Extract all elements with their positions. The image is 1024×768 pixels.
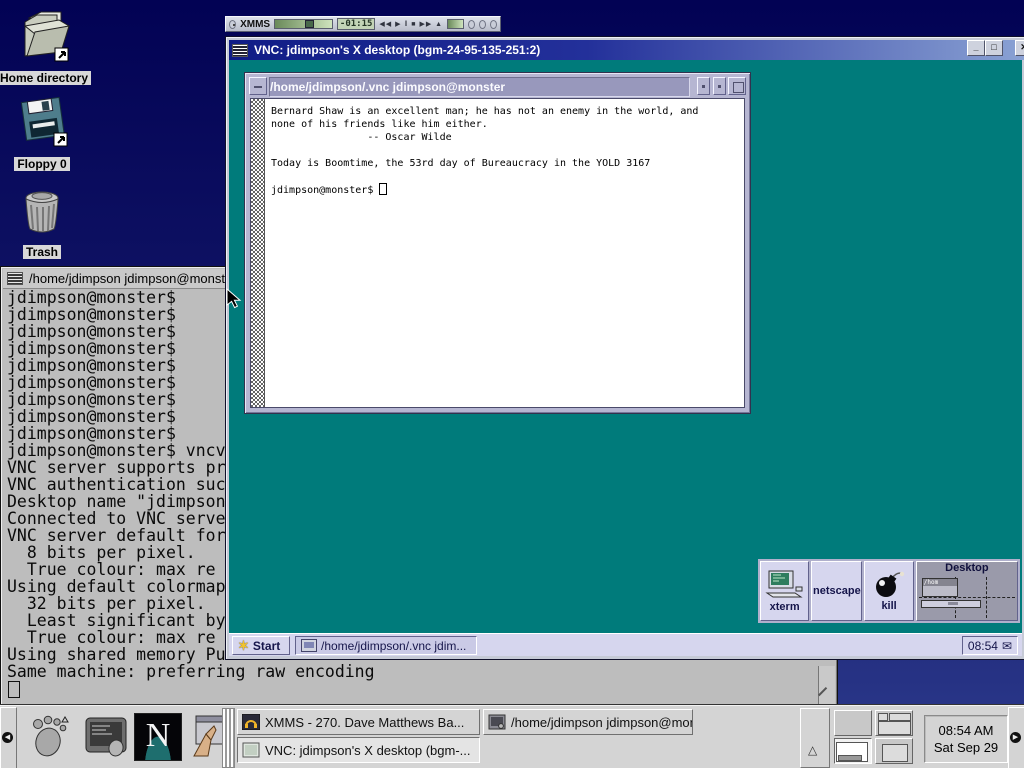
remote-terminal-text: Bernard Shaw is an excellent man; he has… xyxy=(271,105,698,170)
desktop-icon-label: Trash xyxy=(23,245,61,259)
main-menu-button[interactable] xyxy=(24,712,72,760)
minimize-button[interactable]: _ xyxy=(967,40,985,56)
clock-applet: 08:54 AM Sat Sep 29 xyxy=(924,715,1008,763)
resize-corner[interactable] xyxy=(818,666,835,706)
remote-terminal-window[interactable]: /home/jdimpson/.vnc jdimpson@monster Ber… xyxy=(244,72,751,414)
clock-date: Sat Sep 29 xyxy=(934,739,998,756)
window-menu-icon[interactable] xyxy=(7,272,23,285)
xmms-shade-button[interactable] xyxy=(479,20,486,29)
remote-button-bar: xterm netscape kill Desktop xyxy=(758,559,1020,623)
netscape-launcher[interactable]: netscape xyxy=(811,561,862,621)
panel-hide-left-button[interactable]: ◀ xyxy=(0,707,17,768)
bomb-icon xyxy=(872,570,906,600)
terminal-launcher[interactable] xyxy=(82,712,130,760)
scrollbar[interactable] xyxy=(251,99,265,407)
prompt-line: jdimpson@monster$ xyxy=(271,183,387,196)
xmms-shade-bar[interactable]: XMMS -01:15 ◀◀ ▶ ‖ ■ ▶▶ ▲ xyxy=(225,16,501,32)
task-button-xmms[interactable]: XMMS - 270. Dave Matthews Ba... xyxy=(237,709,480,735)
remote-terminal-title[interactable]: /home/jdimpson/.vnc jdimpson@monster xyxy=(269,77,690,97)
desktop-icon-home[interactable]: Home directory xyxy=(0,10,94,87)
arrow-left-icon: ◀ xyxy=(2,732,13,743)
vnc-window-title: VNC: jdimpson's X desktop (bgm-24-95-135… xyxy=(254,43,540,57)
desktop: Home directory Floppy 0 xyxy=(0,0,1024,768)
close-button[interactable]: ✕ xyxy=(1015,40,1024,56)
triangle-icon: △ xyxy=(808,743,817,757)
launcher-label: netscape xyxy=(813,585,861,597)
deskguide-handle[interactable]: △ xyxy=(800,708,830,768)
pager-grid: /hom xyxy=(919,564,1015,618)
desk-guide-pager[interactable] xyxy=(834,710,914,766)
panel-hide-right-button[interactable]: ▶ xyxy=(1008,707,1024,768)
gnome-terminal-icon xyxy=(82,712,130,760)
remote-pager[interactable]: Desktop /hom xyxy=(916,561,1018,621)
vnc-viewer-window[interactable]: VNC: jdimpson's X desktop (bgm-24-95-135… xyxy=(225,36,1024,660)
kill-launcher[interactable]: kill xyxy=(864,561,913,621)
start-button[interactable]: ✶ Start xyxy=(232,636,290,655)
pager-desk-4[interactable] xyxy=(875,738,913,764)
netscape-icon: N xyxy=(134,713,182,761)
local-terminal-title: /home/jdimpson jdimpson@monster xyxy=(29,271,237,286)
remote-taskbar: ✶ Start /home/jdimpson/.vnc jdim... 08:5… xyxy=(229,633,1022,656)
remote-terminal-body[interactable]: Bernard Shaw is an excellent man; he has… xyxy=(250,98,745,408)
arrow-right-icon: ▶ xyxy=(1010,732,1021,743)
xterm-icon xyxy=(765,569,805,601)
xterm-launcher[interactable]: xterm xyxy=(760,561,809,621)
vnc-titlebar[interactable]: VNC: jdimpson's X desktop (bgm-24-95-135… xyxy=(229,40,1024,60)
gnome-foot-icon xyxy=(24,712,72,760)
pager-mini-taskbar xyxy=(921,600,981,608)
remote-clock: 08:54 ✉ xyxy=(962,636,1018,655)
task-label: XMMS - 270. Dave Matthews Ba... xyxy=(265,715,464,730)
remote-desktop: /home/jdimpson/.vnc jdimpson@monster Ber… xyxy=(229,60,1022,656)
pager-desk-3-active[interactable] xyxy=(834,738,872,764)
pager-mini-window[interactable]: /hom xyxy=(922,578,958,597)
launcher-label: xterm xyxy=(770,601,800,613)
xmms-minimize-button[interactable] xyxy=(468,20,475,29)
task-label: /home/jdimpson jdimpson@monster xyxy=(511,715,693,730)
remote-clock-time: 08:54 xyxy=(968,639,998,653)
mouse-cursor xyxy=(226,288,242,310)
vnc-task-icon xyxy=(242,742,260,758)
xmms-title: XMMS xyxy=(240,19,270,30)
remote-terminal-cursor xyxy=(379,183,387,195)
desktop-icon-label: Floppy 0 xyxy=(14,157,69,171)
shade-button[interactable] xyxy=(697,77,710,95)
desktop-icon-trash[interactable]: Trash xyxy=(0,186,92,261)
task-label: VNC: jdimpson's X desktop (bgm-... xyxy=(265,743,471,758)
start-label: Start xyxy=(253,639,280,653)
tasklist-handle[interactable] xyxy=(222,708,235,768)
maximize-button[interactable] xyxy=(728,77,746,95)
start-icon: ✶ xyxy=(238,638,249,654)
xmms-playback-controls[interactable]: ◀◀ ▶ ‖ ■ ▶▶ ▲ xyxy=(379,20,443,28)
clock-time: 08:54 AM xyxy=(939,722,994,739)
floppy-icon xyxy=(14,96,70,148)
remote-task-label: /home/jdimpson/.vnc jdim... xyxy=(321,639,466,653)
desktop-icon-label: Home directory xyxy=(0,71,91,85)
xmms-menu-button[interactable] xyxy=(229,20,236,29)
pager-desk-1[interactable] xyxy=(834,710,872,736)
xmms-time-display: -01:15 xyxy=(337,18,376,30)
window-menu-icon[interactable] xyxy=(232,44,248,57)
terminal-task-icon xyxy=(488,714,506,730)
gnome-panel: ◀ N xyxy=(0,705,1024,768)
task-button-terminal[interactable]: /home/jdimpson jdimpson@monster xyxy=(483,709,693,735)
xmms-seek-slider[interactable] xyxy=(274,19,333,29)
remote-task-button[interactable]: /home/jdimpson/.vnc jdim... xyxy=(295,636,477,655)
xmms-close-button[interactable] xyxy=(490,20,497,29)
task-button-vnc[interactable]: VNC: jdimpson's X desktop (bgm-... xyxy=(237,737,480,763)
xmms-task-icon xyxy=(242,714,260,730)
stick-button[interactable] xyxy=(713,77,726,95)
xmms-volume-slider[interactable] xyxy=(447,19,464,29)
pager-desk-2[interactable] xyxy=(875,710,913,736)
launcher-label: kill xyxy=(881,600,896,612)
netscape-launcher[interactable]: N xyxy=(134,713,182,761)
folder-icon xyxy=(15,10,73,62)
maximize-button[interactable]: □ xyxy=(985,40,1003,56)
mail-icon[interactable]: ✉ xyxy=(1002,639,1012,653)
terminal-window-icon xyxy=(301,639,317,652)
trash-icon xyxy=(17,186,67,236)
local-terminal-cursor xyxy=(8,681,20,698)
desktop-icon-floppy[interactable]: Floppy 0 xyxy=(0,96,92,173)
iconify-button[interactable] xyxy=(249,77,267,95)
